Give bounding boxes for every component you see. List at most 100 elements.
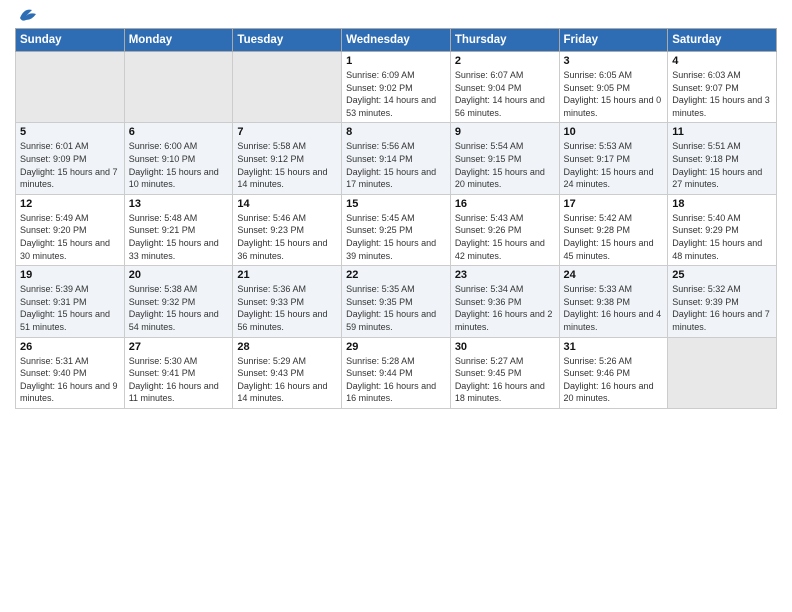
day-number: 19 bbox=[20, 269, 120, 281]
header-monday: Monday bbox=[124, 29, 233, 52]
day-number: 26 bbox=[20, 341, 120, 353]
calendar-cell: 28 Sunrise: 5:29 AM Sunset: 9:43 PM Dayli… bbox=[233, 337, 342, 408]
header-saturday: Saturday bbox=[668, 29, 777, 52]
day-info: Sunrise: 5:31 AM Sunset: 9:40 PM Dayligh… bbox=[20, 355, 120, 405]
day-number: 21 bbox=[237, 269, 337, 281]
day-info: Sunrise: 5:26 AM Sunset: 9:46 PM Dayligh… bbox=[564, 355, 664, 405]
header-friday: Friday bbox=[559, 29, 668, 52]
day-number: 27 bbox=[129, 341, 229, 353]
day-info: Sunrise: 5:27 AM Sunset: 9:45 PM Dayligh… bbox=[455, 355, 555, 405]
calendar-cell: 19 Sunrise: 5:39 AM Sunset: 9:31 PM Dayli… bbox=[16, 266, 125, 337]
calendar-cell: 30 Sunrise: 5:27 AM Sunset: 9:45 PM Dayli… bbox=[450, 337, 559, 408]
day-number: 29 bbox=[346, 341, 446, 353]
day-number: 3 bbox=[564, 55, 664, 67]
calendar-cell: 16 Sunrise: 5:43 AM Sunset: 9:26 PM Dayli… bbox=[450, 194, 559, 265]
week-row-2: 5Sunrise: 6:01 AM Sunset: 9:09 PM Daylig… bbox=[16, 123, 777, 194]
day-info: Sunrise: 5:39 AM Sunset: 9:31 PM Dayligh… bbox=[20, 283, 120, 333]
day-number: 5 bbox=[20, 126, 120, 138]
calendar-cell: 24Sunrise: 5:33 AM Sunset: 9:38 PM Dayli… bbox=[559, 266, 668, 337]
day-info: Sunrise: 5:53 AM Sunset: 9:17 PM Dayligh… bbox=[564, 140, 664, 190]
day-info: Sunrise: 5:34 AM Sunset: 9:36 PM Dayligh… bbox=[455, 283, 555, 333]
calendar-cell: 18 Sunrise: 5:40 AM Sunset: 9:29 PM Dayli… bbox=[668, 194, 777, 265]
day-number: 14 bbox=[237, 198, 337, 210]
day-info: Sunrise: 5:40 AM Sunset: 9:29 PM Dayligh… bbox=[672, 212, 772, 262]
day-info: Sunrise: 5:46 AM Sunset: 9:23 PM Dayligh… bbox=[237, 212, 337, 262]
day-info: Sunrise: 6:05 AM Sunset: 9:05 PM Dayligh… bbox=[564, 69, 664, 119]
calendar-cell: 4Sunrise: 6:03 AM Sunset: 9:07 PM Daylig… bbox=[668, 52, 777, 123]
calendar-cell: 26 Sunrise: 5:31 AM Sunset: 9:40 PM Dayli… bbox=[16, 337, 125, 408]
day-info: Sunrise: 6:03 AM Sunset: 9:07 PM Dayligh… bbox=[672, 69, 772, 119]
day-info: Sunrise: 6:09 AM Sunset: 9:02 PM Dayligh… bbox=[346, 69, 446, 119]
day-info: Sunrise: 5:56 AM Sunset: 9:14 PM Dayligh… bbox=[346, 140, 446, 190]
day-number: 12 bbox=[20, 198, 120, 210]
day-number: 18 bbox=[672, 198, 772, 210]
header-wednesday: Wednesday bbox=[342, 29, 451, 52]
calendar-cell: 7Sunrise: 5:58 AM Sunset: 9:12 PM Daylig… bbox=[233, 123, 342, 194]
day-info: Sunrise: 5:29 AM Sunset: 9:43 PM Dayligh… bbox=[237, 355, 337, 405]
day-info: Sunrise: 5:35 AM Sunset: 9:35 PM Dayligh… bbox=[346, 283, 446, 333]
calendar-cell: 2Sunrise: 6:07 AM Sunset: 9:04 PM Daylig… bbox=[450, 52, 559, 123]
logo bbox=[15, 10, 40, 22]
calendar-cell: 10 Sunrise: 5:53 AM Sunset: 9:17 PM Dayli… bbox=[559, 123, 668, 194]
day-info: Sunrise: 6:07 AM Sunset: 9:04 PM Dayligh… bbox=[455, 69, 555, 119]
week-row-1: 1 Sunrise: 6:09 AM Sunset: 9:02 PM Daylig… bbox=[16, 52, 777, 123]
calendar-cell: 23 Sunrise: 5:34 AM Sunset: 9:36 PM Dayli… bbox=[450, 266, 559, 337]
calendar-cell bbox=[668, 337, 777, 408]
day-number: 6 bbox=[129, 126, 229, 138]
day-number: 11 bbox=[672, 126, 772, 138]
calendar-cell bbox=[16, 52, 125, 123]
calendar-cell: 20Sunrise: 5:38 AM Sunset: 9:32 PM Dayli… bbox=[124, 266, 233, 337]
day-info: Sunrise: 5:32 AM Sunset: 9:39 PM Dayligh… bbox=[672, 283, 772, 333]
day-info: Sunrise: 5:42 AM Sunset: 9:28 PM Dayligh… bbox=[564, 212, 664, 262]
day-number: 25 bbox=[672, 269, 772, 281]
calendar-cell bbox=[124, 52, 233, 123]
day-info: Sunrise: 5:49 AM Sunset: 9:20 PM Dayligh… bbox=[20, 212, 120, 262]
calendar-cell: 3 Sunrise: 6:05 AM Sunset: 9:05 PM Daylig… bbox=[559, 52, 668, 123]
day-info: Sunrise: 5:43 AM Sunset: 9:26 PM Dayligh… bbox=[455, 212, 555, 262]
day-number: 13 bbox=[129, 198, 229, 210]
day-info: Sunrise: 6:00 AM Sunset: 9:10 PM Dayligh… bbox=[129, 140, 229, 190]
week-row-4: 19 Sunrise: 5:39 AM Sunset: 9:31 PM Dayli… bbox=[16, 266, 777, 337]
day-info: Sunrise: 5:33 AM Sunset: 9:38 PM Dayligh… bbox=[564, 283, 664, 333]
calendar-header-row: SundayMondayTuesdayWednesdayThursdayFrid… bbox=[16, 29, 777, 52]
calendar-cell: 5Sunrise: 6:01 AM Sunset: 9:09 PM Daylig… bbox=[16, 123, 125, 194]
day-info: Sunrise: 5:36 AM Sunset: 9:33 PM Dayligh… bbox=[237, 283, 337, 333]
day-number: 1 bbox=[346, 55, 446, 67]
calendar-cell bbox=[233, 52, 342, 123]
logo-bird-icon bbox=[18, 6, 40, 24]
day-info: Sunrise: 5:54 AM Sunset: 9:15 PM Dayligh… bbox=[455, 140, 555, 190]
day-number: 15 bbox=[346, 198, 446, 210]
calendar-cell: 11 Sunrise: 5:51 AM Sunset: 9:18 PM Dayli… bbox=[668, 123, 777, 194]
day-number: 16 bbox=[455, 198, 555, 210]
day-info: Sunrise: 5:51 AM Sunset: 9:18 PM Dayligh… bbox=[672, 140, 772, 190]
day-number: 30 bbox=[455, 341, 555, 353]
calendar-cell: 17Sunrise: 5:42 AM Sunset: 9:28 PM Dayli… bbox=[559, 194, 668, 265]
day-number: 8 bbox=[346, 126, 446, 138]
header-sunday: Sunday bbox=[16, 29, 125, 52]
calendar-cell: 27 Sunrise: 5:30 AM Sunset: 9:41 PM Dayli… bbox=[124, 337, 233, 408]
page-header bbox=[15, 10, 777, 22]
calendar-cell: 9 Sunrise: 5:54 AM Sunset: 9:15 PM Daylig… bbox=[450, 123, 559, 194]
calendar-cell: 21 Sunrise: 5:36 AM Sunset: 9:33 PM Dayli… bbox=[233, 266, 342, 337]
calendar-cell: 8 Sunrise: 5:56 AM Sunset: 9:14 PM Daylig… bbox=[342, 123, 451, 194]
day-info: Sunrise: 5:48 AM Sunset: 9:21 PM Dayligh… bbox=[129, 212, 229, 262]
day-number: 23 bbox=[455, 269, 555, 281]
day-number: 22 bbox=[346, 269, 446, 281]
day-info: Sunrise: 5:45 AM Sunset: 9:25 PM Dayligh… bbox=[346, 212, 446, 262]
week-row-5: 26 Sunrise: 5:31 AM Sunset: 9:40 PM Dayli… bbox=[16, 337, 777, 408]
calendar-cell: 15 Sunrise: 5:45 AM Sunset: 9:25 PM Dayli… bbox=[342, 194, 451, 265]
calendar-cell: 22 Sunrise: 5:35 AM Sunset: 9:35 PM Dayli… bbox=[342, 266, 451, 337]
day-info: Sunrise: 5:30 AM Sunset: 9:41 PM Dayligh… bbox=[129, 355, 229, 405]
day-number: 9 bbox=[455, 126, 555, 138]
calendar-cell: 13 Sunrise: 5:48 AM Sunset: 9:21 PM Dayli… bbox=[124, 194, 233, 265]
day-number: 20 bbox=[129, 269, 229, 281]
day-number: 7 bbox=[237, 126, 337, 138]
day-info: Sunrise: 5:28 AM Sunset: 9:44 PM Dayligh… bbox=[346, 355, 446, 405]
header-tuesday: Tuesday bbox=[233, 29, 342, 52]
day-number: 28 bbox=[237, 341, 337, 353]
week-row-3: 12 Sunrise: 5:49 AM Sunset: 9:20 PM Dayli… bbox=[16, 194, 777, 265]
day-number: 10 bbox=[564, 126, 664, 138]
day-number: 31 bbox=[564, 341, 664, 353]
calendar-cell: 12 Sunrise: 5:49 AM Sunset: 9:20 PM Dayli… bbox=[16, 194, 125, 265]
calendar-cell: 1 Sunrise: 6:09 AM Sunset: 9:02 PM Daylig… bbox=[342, 52, 451, 123]
